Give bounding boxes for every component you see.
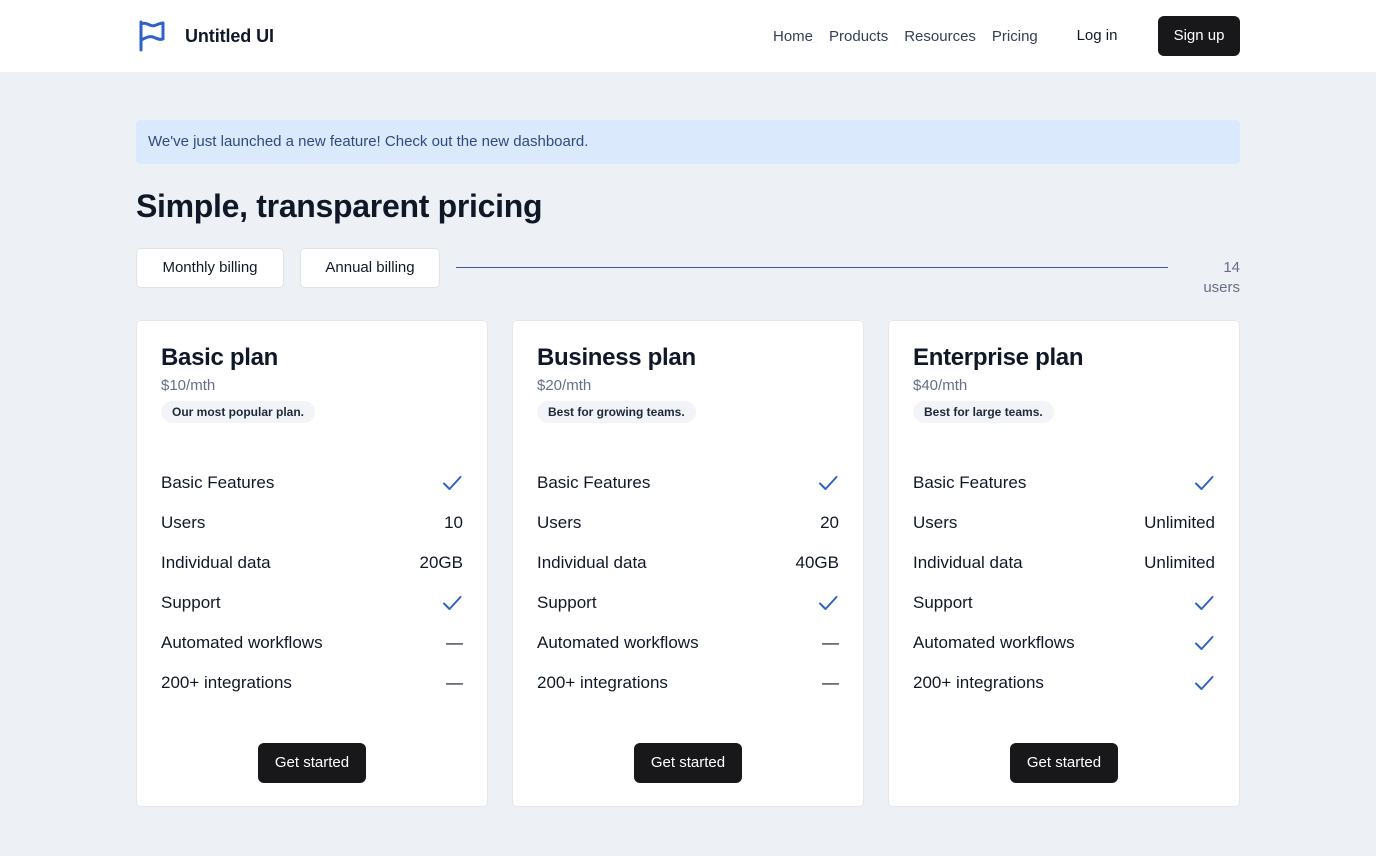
feature-label: Users	[537, 513, 582, 532]
pricing-card-basic: Basic plan $10/mth Our most popular plan…	[136, 320, 488, 807]
check-icon	[441, 592, 463, 614]
feature-label: Individual data	[161, 553, 271, 572]
feature-label: Users	[913, 513, 958, 532]
feature-value: 20	[820, 513, 839, 532]
feature-list: Basic Features Users Unlimited Individual d…	[913, 463, 1215, 703]
users-slider[interactable]	[456, 263, 1168, 273]
top-navigation-bar: Untitled UI Home Products Resources Pric…	[0, 0, 1376, 72]
plan-badge: Best for growing teams.	[537, 401, 696, 423]
get-started-button[interactable]: Get started	[258, 743, 366, 783]
feature-row: Support	[537, 583, 839, 623]
feature-value: 20GB	[419, 553, 463, 572]
feature-label: Basic Features	[161, 473, 275, 492]
feature-label: Support	[913, 593, 973, 612]
feature-list: Basic Features Users 10 Individual data 20GB…	[161, 463, 463, 703]
main-nav: Home Products Resources Pricing	[773, 16, 1038, 56]
feature-label: Automated workflows	[537, 633, 699, 652]
not-included-dash: —	[446, 673, 463, 692]
feature-label: Support	[537, 593, 597, 612]
feature-value: Unlimited	[1144, 513, 1215, 532]
nav-products[interactable]: Products	[829, 28, 888, 45]
feature-value: Unlimited	[1144, 553, 1215, 572]
feature-row: Users 20	[537, 503, 839, 543]
feature-label: 200+ integrations	[161, 673, 292, 692]
plan-name: Business plan	[537, 344, 696, 371]
check-icon	[1193, 672, 1215, 694]
feature-row: Automated workflows	[913, 623, 1215, 663]
nav-resources[interactable]: Resources	[904, 28, 976, 45]
not-included-dash: —	[822, 673, 839, 692]
feature-label: Individual data	[537, 553, 647, 572]
feature-row: Basic Features	[913, 463, 1215, 503]
feature-value: 40GB	[795, 553, 839, 572]
feature-row: Automated workflows —	[537, 623, 839, 663]
feature-row: Support	[913, 583, 1215, 623]
feature-row: 200+ integrations	[913, 663, 1215, 703]
feature-row: Basic Features	[161, 463, 463, 503]
check-icon	[1193, 592, 1215, 614]
feature-row: Users Unlimited	[913, 503, 1215, 543]
pricing-card-enterprise: Enterprise plan $40/mth Best for large t…	[888, 320, 1240, 807]
plan-price: $40/mth	[913, 377, 968, 394]
users-slider-track[interactable]	[456, 267, 1168, 268]
feature-row: Individual data Unlimited	[913, 543, 1215, 583]
feature-label: Automated workflows	[161, 633, 323, 652]
not-included-dash: —	[446, 633, 463, 652]
feature-label: 200+ integrations	[537, 673, 668, 692]
nav-pricing[interactable]: Pricing	[992, 28, 1038, 45]
feature-label: Individual data	[913, 553, 1023, 572]
feature-list: Basic Features Users 20 Individual data 40GB…	[537, 463, 839, 703]
feature-row: 200+ integrations —	[537, 663, 839, 703]
nav-home[interactable]: Home	[773, 28, 813, 45]
feature-row: Basic Features	[537, 463, 839, 503]
check-icon	[817, 472, 839, 494]
feature-label: Users	[161, 513, 206, 532]
users-count-label: 14 users	[1203, 259, 1240, 296]
feature-row: Individual data 20GB	[161, 543, 463, 583]
plan-name: Enterprise plan	[913, 344, 1084, 371]
brand[interactable]: Untitled UI	[136, 19, 274, 53]
plan-price: $20/mth	[537, 377, 592, 394]
plan-name: Basic plan	[161, 344, 279, 371]
feature-row: 200+ integrations —	[161, 663, 463, 703]
feature-label: Basic Features	[537, 473, 651, 492]
brand-name: Untitled UI	[185, 25, 274, 46]
plan-badge: Best for large teams.	[913, 401, 1054, 423]
pricing-card-business: Business plan $20/mth Best for growing t…	[512, 320, 864, 807]
annual-billing-button[interactable]: Annual billing	[300, 248, 440, 288]
not-included-dash: —	[822, 633, 839, 652]
plan-price: $10/mth	[161, 377, 216, 394]
check-icon	[1193, 472, 1215, 494]
check-icon	[441, 472, 463, 494]
flag-icon	[136, 19, 168, 53]
feature-row: Support	[161, 583, 463, 623]
feature-label: Basic Features	[913, 473, 1027, 492]
plan-badge: Our most popular plan.	[161, 401, 316, 423]
get-started-button[interactable]: Get started	[634, 743, 742, 783]
feature-label: Automated workflows	[913, 633, 1075, 652]
feature-label: 200+ integrations	[913, 673, 1044, 692]
feature-value: 10	[444, 513, 463, 532]
feature-label: Support	[161, 593, 221, 612]
login-button[interactable]: Log in	[1066, 16, 1128, 56]
announcement-banner: We've just launched a new feature! Check…	[136, 120, 1240, 164]
feature-row: Automated workflows —	[161, 623, 463, 663]
check-icon	[1193, 632, 1215, 654]
get-started-button[interactable]: Get started	[1010, 743, 1118, 783]
check-icon	[817, 592, 839, 614]
signup-button[interactable]: Sign up	[1158, 16, 1240, 56]
feature-row: Individual data 40GB	[537, 543, 839, 583]
page-title: Simple, transparent pricing	[136, 188, 543, 224]
monthly-billing-button[interactable]: Monthly billing	[136, 248, 284, 288]
feature-row: Users 10	[161, 503, 463, 543]
